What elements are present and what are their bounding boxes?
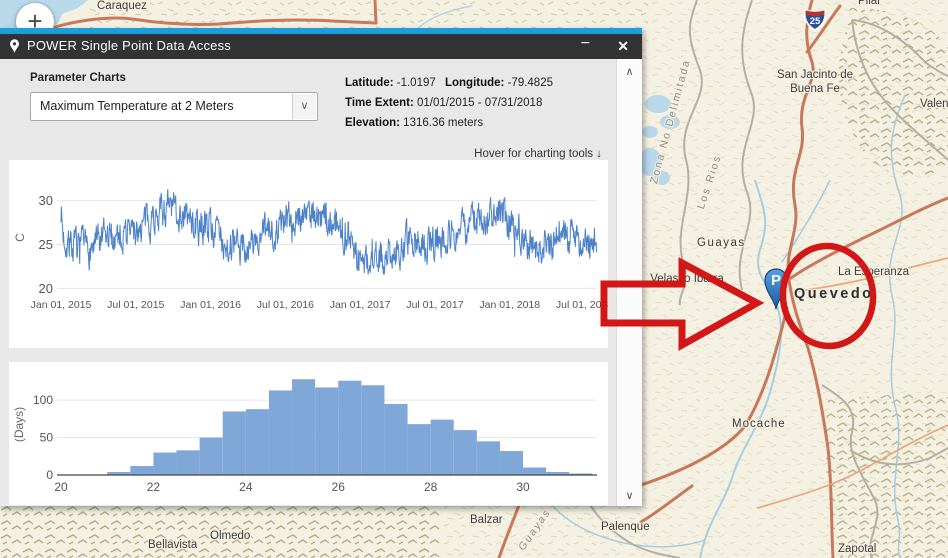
svg-text:Jan 01, 2018: Jan 01, 2018 (479, 299, 540, 311)
svg-text:Jul 01, 2017: Jul 01, 2017 (406, 299, 463, 311)
histogram-chart[interactable]: 0 50 100 (Days) 20 22 24 26 28 30 (9, 362, 608, 505)
longitude-label: Longitude: (445, 77, 504, 89)
svg-text:100: 100 (33, 393, 53, 407)
hover-hint-text: Hover for charting tools ↓ (474, 148, 602, 160)
point-info: Latitude: -1.0197 Longitude: -79.4825 Ti… (345, 73, 559, 133)
svg-text:0: 0 (46, 468, 53, 482)
svg-text:Jul 01, 2016: Jul 01, 2016 (257, 299, 314, 311)
parameter-select-value: Maximum Temperature at 2 Meters (40, 99, 234, 113)
map-label-zapotal: Zapotal (838, 543, 876, 555)
svg-text:50: 50 (40, 431, 54, 445)
elevation-value: 1316.36 meters (403, 117, 483, 129)
svg-text:25: 25 (39, 237, 53, 252)
map-label-guayas-region: Guayas (697, 237, 746, 249)
latitude-value: -1.0197 (397, 77, 436, 89)
dialog-scrollbar[interactable]: ∧ ∨ (616, 59, 642, 506)
svg-text:20: 20 (54, 480, 68, 494)
location-pin-marker[interactable]: P (762, 266, 790, 315)
histogram-card: 0 50 100 (Days) 20 22 24 26 28 30 (9, 362, 608, 505)
svg-text:(Days): (Days) (12, 407, 26, 442)
parameter-select[interactable]: Maximum Temperature at 2 Meters ∨ (30, 92, 318, 121)
dialog-title: POWER Single Point Data Access (27, 38, 231, 53)
chevron-down-icon[interactable]: ∨ (292, 94, 316, 119)
svg-text:Jul 01, 2015: Jul 01, 2015 (107, 299, 164, 311)
map-label-la-esperanza: La Esperanza (838, 266, 909, 278)
time-extent-value: 01/01/2015 - 07/31/2018 (417, 97, 542, 109)
svg-text:Jan 01, 2016: Jan 01, 2016 (180, 299, 241, 311)
timeseries-chart[interactable]: 20 25 30 C Jan 01, 2015 Jul 01, 2015 Jan 01, 2… (9, 160, 608, 348)
timeseries-card: 20 25 30 C Jan 01, 2015 Jul 01, 2015 Jan 01, 2… (9, 160, 608, 348)
map-label-valencia: Valencia (920, 98, 948, 110)
svg-text:28: 28 (424, 480, 438, 494)
map-label-caraquez: Caraquez (97, 0, 147, 12)
scroll-down-icon[interactable]: ∨ (617, 489, 642, 502)
parameter-charts-label: Parameter Charts (30, 72, 126, 84)
svg-text:Jan 01, 2015: Jan 01, 2015 (31, 299, 92, 311)
longitude-value: -79.4825 (508, 77, 553, 89)
map-label-mocache: Mocache (732, 418, 786, 430)
map-label-bellavista: Bellavista (148, 539, 197, 551)
svg-text:Jan 01, 2017: Jan 01, 2017 (330, 299, 391, 311)
map-label-san-jacinto: San Jacinto de Buena Fe (768, 68, 862, 97)
map-label-palenque: Palenque (601, 521, 650, 533)
time-extent-label: Time Extent: (345, 97, 414, 109)
latitude-label: Latitude: (345, 77, 394, 89)
scroll-up-icon[interactable]: ∧ (617, 65, 642, 78)
interstate-25-shield: 25 (803, 7, 827, 32)
minimize-button[interactable]: − (581, 34, 590, 54)
dialog-content: Parameter Charts Maximum Temperature at … (0, 59, 642, 506)
close-button[interactable]: ✕ (617, 36, 629, 56)
svg-text:24: 24 (239, 480, 253, 494)
map-label-velasco-ibarra: Velasco Ibarra (650, 272, 724, 286)
svg-text:C: C (13, 233, 27, 242)
elevation-label: Elevation: (345, 117, 400, 129)
pin-icon (9, 39, 20, 59)
svg-text:20: 20 (39, 281, 53, 296)
svg-text:26: 26 (332, 480, 346, 494)
map-label-pilar: Pilar (858, 0, 881, 7)
svg-text:30: 30 (39, 193, 53, 208)
map-label-quevedo: Quevedo (794, 286, 874, 302)
pin-letter: P (771, 272, 781, 289)
dialog-titlebar[interactable]: POWER Single Point Data Access − ✕ (0, 34, 642, 59)
svg-text:Jul 01, 2018: Jul 01, 2018 (556, 299, 608, 311)
shield-number: 25 (803, 16, 827, 27)
svg-text:22: 22 (147, 480, 161, 494)
map-label-balzar: Balzar (470, 514, 503, 526)
power-dialog: POWER Single Point Data Access − ✕ Param… (0, 28, 642, 506)
map-view[interactable]: Caraquez Pilar San Jacinto de Buena Fe V… (0, 0, 948, 558)
svg-text:30: 30 (516, 480, 530, 494)
map-label-olmedo: Olmedo (210, 530, 250, 542)
